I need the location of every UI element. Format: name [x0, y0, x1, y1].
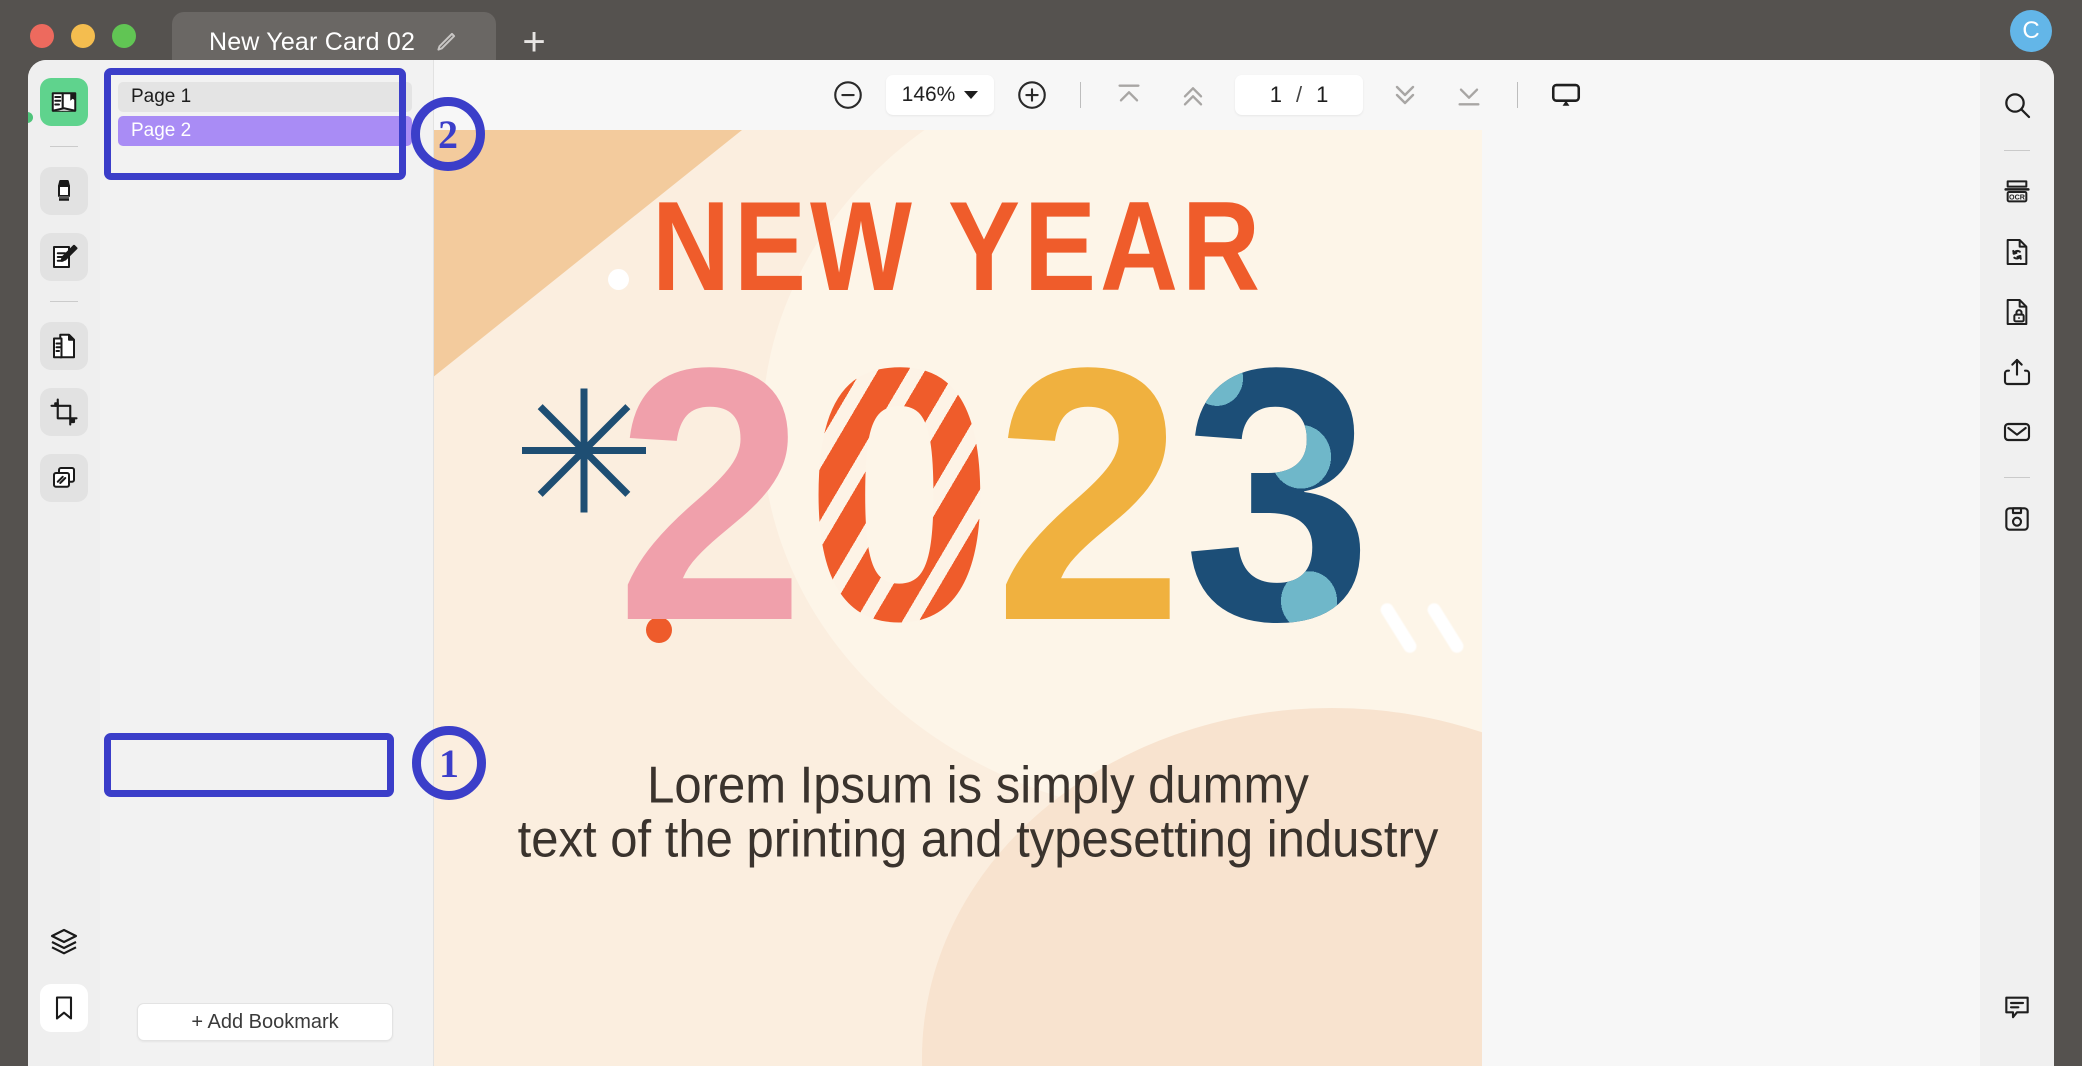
document-pages-icon [49, 331, 79, 361]
highlighter-icon [49, 176, 79, 206]
list-item[interactable]: Page 2 [118, 116, 412, 146]
share-button[interactable] [1994, 349, 2040, 395]
bookmark-row-label: Page 2 [131, 120, 192, 141]
ocr-button[interactable]: OCR [1994, 169, 2040, 215]
list-item[interactable]: Page 1 [118, 82, 412, 112]
document-lock-icon [2001, 296, 2033, 328]
crop-icon [49, 397, 79, 427]
stack-icon [48, 926, 80, 958]
minus-circle-icon [831, 78, 865, 112]
next-page-button[interactable] [1382, 72, 1428, 118]
card-year: 2 0 2 3 [616, 315, 1367, 675]
last-page-button[interactable] [1446, 72, 1492, 118]
rail-divider [2004, 150, 2030, 151]
convert-button[interactable] [1994, 229, 2040, 275]
add-bookmark-area: + Add Bookmark [118, 1000, 412, 1044]
rail-divider [50, 301, 78, 302]
email-button[interactable] [1994, 409, 2040, 455]
layers-duplicate-icon [49, 463, 79, 493]
chevron-down-double-icon [1389, 79, 1421, 111]
new-tab-button[interactable]: + [512, 20, 556, 64]
comment-bubble-icon [2001, 991, 2033, 1023]
floppy-save-icon [2001, 503, 2033, 535]
search-button[interactable] [1994, 82, 2040, 128]
share-upload-icon [2001, 356, 2033, 388]
go-to-first-page-icon [1113, 79, 1145, 111]
document-area: 146% 1 / 1 NEW YEAR 2 0 2 3 Lorem Ipsum … [434, 60, 1980, 1066]
year-digit: 3 [1183, 293, 1367, 697]
sidebar-item-bookmark-reader[interactable] [40, 78, 88, 126]
previous-page-button[interactable] [1170, 72, 1216, 118]
annotation-badge-2: 2 [411, 97, 485, 171]
comment-button[interactable] [1994, 984, 2040, 1030]
sidebar-item-layers[interactable] [40, 918, 88, 966]
viewer-toolbar: 146% 1 / 1 [434, 60, 1980, 130]
book-list-icon [49, 87, 79, 117]
sidebar-item-highlighter[interactable] [40, 167, 88, 215]
card-body-line-1: Lorem Ipsum is simply dummy [647, 756, 1309, 815]
page-number-input[interactable]: 1 / 1 [1235, 75, 1363, 115]
app-window: New Year Card 02 + C Page 1 Page 2 + Add… [0, 0, 2082, 1066]
traffic-light-buttons [30, 24, 136, 48]
annotation-badge-1: 1 [412, 726, 486, 800]
year-digit: 0 [805, 293, 994, 697]
bookmark-row-label: Page 1 [131, 86, 192, 107]
pdf-page: NEW YEAR 2 0 2 3 Lorem Ipsum is simply d… [434, 130, 1482, 1066]
card-body-text: Lorem Ipsum is simply dummy text of the … [474, 756, 1482, 869]
sidebar-item-crop-page[interactable] [40, 388, 88, 436]
page-current: 1 [1269, 82, 1282, 107]
sidebar-item-bookmarks[interactable] [40, 984, 88, 1032]
rail-divider [50, 146, 78, 147]
year-digit: 2 [616, 293, 805, 697]
page-separator: / [1295, 82, 1303, 107]
right-tool-rail: OCR [1980, 60, 2054, 1066]
window-body: Page 1 Page 2 + Add Bookmark 146% 1 / 1 … [28, 60, 2054, 1066]
sidebar-item-annotate[interactable] [40, 233, 88, 281]
document-convert-icon [2001, 236, 2033, 268]
chevron-up-double-icon [1177, 79, 1209, 111]
envelope-icon [2001, 416, 2033, 448]
pencil-icon[interactable] [433, 29, 459, 55]
save-button[interactable] [1994, 496, 2040, 542]
presentation-screen-icon [1549, 78, 1583, 112]
add-bookmark-button[interactable]: + Add Bookmark [137, 1003, 393, 1041]
avatar[interactable]: C [2010, 10, 2052, 52]
bookmark-panel: Page 1 Page 2 + Add Bookmark [100, 60, 434, 1066]
first-page-button[interactable] [1106, 72, 1152, 118]
presentation-mode-button[interactable] [1543, 72, 1589, 118]
card-body-line-2: text of the printing and typesetting ind… [517, 811, 1439, 869]
zoom-in-button[interactable] [1009, 72, 1055, 118]
sidebar-item-background[interactable] [40, 454, 88, 502]
ocr-icon: OCR [2001, 176, 2033, 208]
bookmark-list[interactable]: Page 1 Page 2 [118, 82, 412, 150]
sidebar-item-organize-pages[interactable] [40, 322, 88, 370]
page-total: 1 [1316, 82, 1329, 107]
document-tab-title: New Year Card 02 [208, 27, 416, 56]
magnifier-icon [2001, 89, 2033, 121]
bookmark-icon [50, 994, 78, 1022]
document-pen-icon [49, 242, 79, 272]
maximize-window-button[interactable] [112, 24, 136, 48]
go-to-last-page-icon [1453, 79, 1485, 111]
toolbar-divider [1517, 82, 1518, 108]
status-led-icon [28, 112, 33, 123]
protect-button[interactable] [1994, 289, 2040, 335]
year-digit: 2 [994, 293, 1183, 697]
plus-circle-icon [1015, 78, 1049, 112]
minimize-window-button[interactable] [71, 24, 95, 48]
close-window-button[interactable] [30, 24, 54, 48]
chevron-down-icon [964, 91, 979, 99]
zoom-level-select[interactable]: 146% [886, 75, 994, 115]
zoom-out-button[interactable] [825, 72, 871, 118]
page-canvas[interactable]: NEW YEAR 2 0 2 3 Lorem Ipsum is simply d… [434, 130, 1980, 1066]
rail-divider [2004, 477, 2030, 478]
toolbar-divider [1080, 82, 1081, 108]
svg-text:OCR: OCR [2009, 192, 2026, 201]
left-tool-rail [28, 60, 100, 1066]
zoom-level-value: 146% [901, 83, 956, 106]
